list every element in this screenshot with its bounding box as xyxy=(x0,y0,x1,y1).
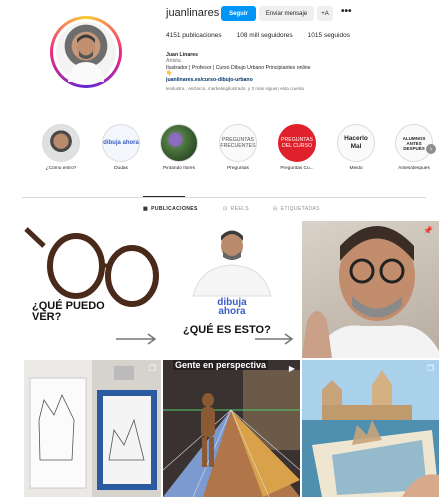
post-thumbnail[interactable]: Gente en perspectiva ▶ xyxy=(163,360,300,497)
watercolor-photo xyxy=(302,360,439,497)
post-caption: ¿QUÉ ES ESTO? xyxy=(183,324,271,336)
highlight-cover-text: ALUMNOS ANTES DESPUÉS xyxy=(395,124,433,162)
tab-reels-label: REELS xyxy=(230,206,249,212)
profile-description: Ilustrador | Profesor | Curso Dibujo Urb… xyxy=(166,64,311,71)
post-caption: Gente en perspectiva xyxy=(173,360,269,370)
highlight-cover-text: Hacerlo Mal xyxy=(337,124,375,162)
highlight-pintando-flores[interactable]: Pintando flores xyxy=(159,124,199,171)
carousel-icon: ❐ xyxy=(426,364,434,373)
highlight-preguntas-curso[interactable]: PREGUNTAS DEL CURSO Preguntas Cu... xyxy=(277,124,317,171)
carousel-icon: ❐ xyxy=(148,364,156,373)
tab-posts[interactable]: ▦ PUBLICACIONES xyxy=(143,206,198,212)
highlight-dudas[interactable]: dibuja ahora Dudas xyxy=(101,124,141,171)
highlight-preguntas[interactable]: PREGUNTAS FRECUENTES Preguntas xyxy=(218,124,258,171)
highlight-como-entro[interactable]: ¿Cómo entro? xyxy=(41,124,81,171)
profile-stats: 4151 publicaciones 108 mill seguidores 1… xyxy=(166,32,350,39)
highlight-cover-flowers xyxy=(160,124,198,162)
posts-count: 4151 publicaciones xyxy=(166,32,222,39)
post-thumbnail[interactable]: ¿QUÉ PUEDO VER? xyxy=(24,221,161,358)
glasses-illustration xyxy=(24,227,159,345)
highlight-label: Preguntas Cu... xyxy=(280,166,314,171)
reel-icon: ▶ xyxy=(288,364,295,373)
tab-reels[interactable]: ⊡ REELS xyxy=(223,206,249,212)
tagged-icon: ⊟ xyxy=(273,206,278,212)
grid-icon: ▦ xyxy=(143,206,149,212)
active-tab-indicator xyxy=(143,196,185,197)
send-message-button[interactable]: Enviar mensaje xyxy=(259,6,314,21)
post-thumbnail[interactable]: 📌 xyxy=(302,221,439,358)
post-thumbnail[interactable]: ❐ xyxy=(302,360,439,497)
reels-icon: ⊡ xyxy=(223,206,228,212)
highlight-miedo[interactable]: Hacerlo Mal Miedo xyxy=(336,124,376,171)
sketches-photo xyxy=(24,360,161,497)
highlight-label: Preguntas xyxy=(227,166,249,171)
following-count[interactable]: 1015 seguidos xyxy=(308,32,350,39)
closeup-portrait xyxy=(302,226,439,358)
highlight-cover-text: PREGUNTAS DEL CURSO xyxy=(278,124,316,162)
highlight-label: Pintando flores xyxy=(163,166,195,171)
highlight-label: Dudas xyxy=(114,166,128,171)
post-caption: ¿QUÉ PUEDO VER? xyxy=(32,300,105,323)
dibuja-ahora-logo: dibuja ahora xyxy=(217,297,247,317)
post-thumbnail[interactable]: ❐ xyxy=(24,360,161,497)
tab-tagged[interactable]: ⊟ ETIQUETADAS xyxy=(273,206,320,212)
highlight-label: ¿Cómo entro? xyxy=(45,166,77,171)
chevron-right-icon[interactable]: › xyxy=(426,144,436,154)
pin-icon: 📌 xyxy=(423,226,433,235)
profile-avatar[interactable] xyxy=(50,16,122,88)
post-thumbnail[interactable]: dibuja ahora ¿QUÉ ES ESTO? xyxy=(163,221,300,358)
highlight-cover-text: PREGUNTAS FRECUENTES xyxy=(219,124,257,162)
profile-username: juanlinares xyxy=(166,7,220,19)
profile-bio: Juan Linares Artista Ilustrador | Profes… xyxy=(166,52,311,93)
follow-button[interactable]: Seguir xyxy=(221,6,256,21)
tab-posts-label: PUBLICACIONES xyxy=(151,206,198,212)
highlight-label: Antes/después xyxy=(398,166,430,171)
highlight-label: Miedo xyxy=(349,166,363,171)
followers-count[interactable]: 108 mill seguidores xyxy=(237,32,293,39)
portrait-illustration xyxy=(192,230,294,345)
avatar-photo xyxy=(56,22,116,82)
more-options-icon[interactable]: ••• xyxy=(341,6,352,17)
suggest-accounts-button[interactable]: +A xyxy=(317,6,333,21)
followed-by-text[interactable]: leoilustra , esclarco, marketingilustrad… xyxy=(166,86,311,92)
tab-tagged-label: ETIQUETADAS xyxy=(280,206,320,212)
highlight-cover-portrait xyxy=(42,124,80,162)
profile-link[interactable]: juanlinares.es/curso-dibujo-urbano xyxy=(166,77,311,83)
perspective-photo xyxy=(163,360,300,497)
tabs-divider xyxy=(22,197,426,198)
highlight-cover-logo: dibuja ahora xyxy=(102,124,140,162)
